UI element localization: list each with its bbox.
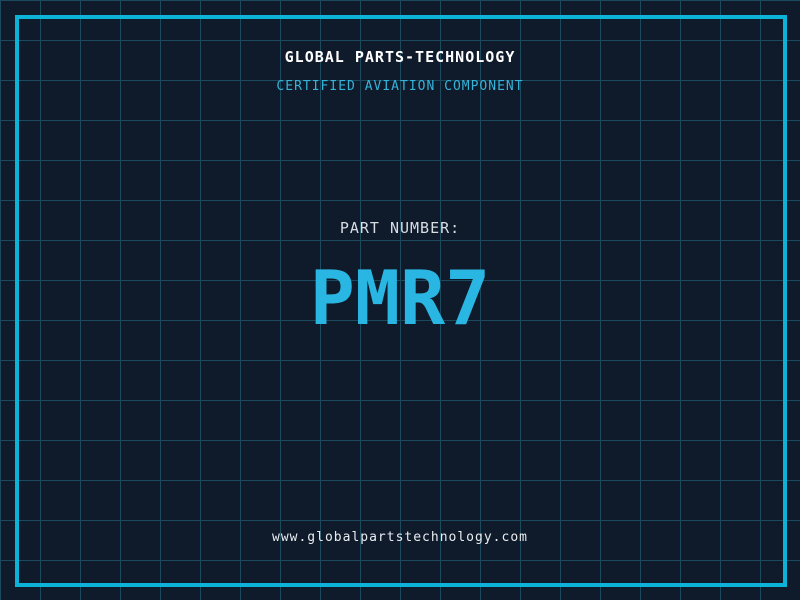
website-url: www.globalpartstechnology.com — [272, 530, 528, 545]
part-number-label: PART NUMBER: — [339, 219, 461, 237]
company-name: GLOBAL PARTS-TECHNOLOGY — [284, 48, 516, 66]
certification-subtitle: CERTIFIED AVIATION COMPONENT — [276, 79, 524, 94]
certificate-card: GLOBAL PARTS-TECHNOLOGY CERTIFIED AVIATI… — [0, 0, 800, 600]
part-number-value: PMR7 — [309, 254, 491, 342]
